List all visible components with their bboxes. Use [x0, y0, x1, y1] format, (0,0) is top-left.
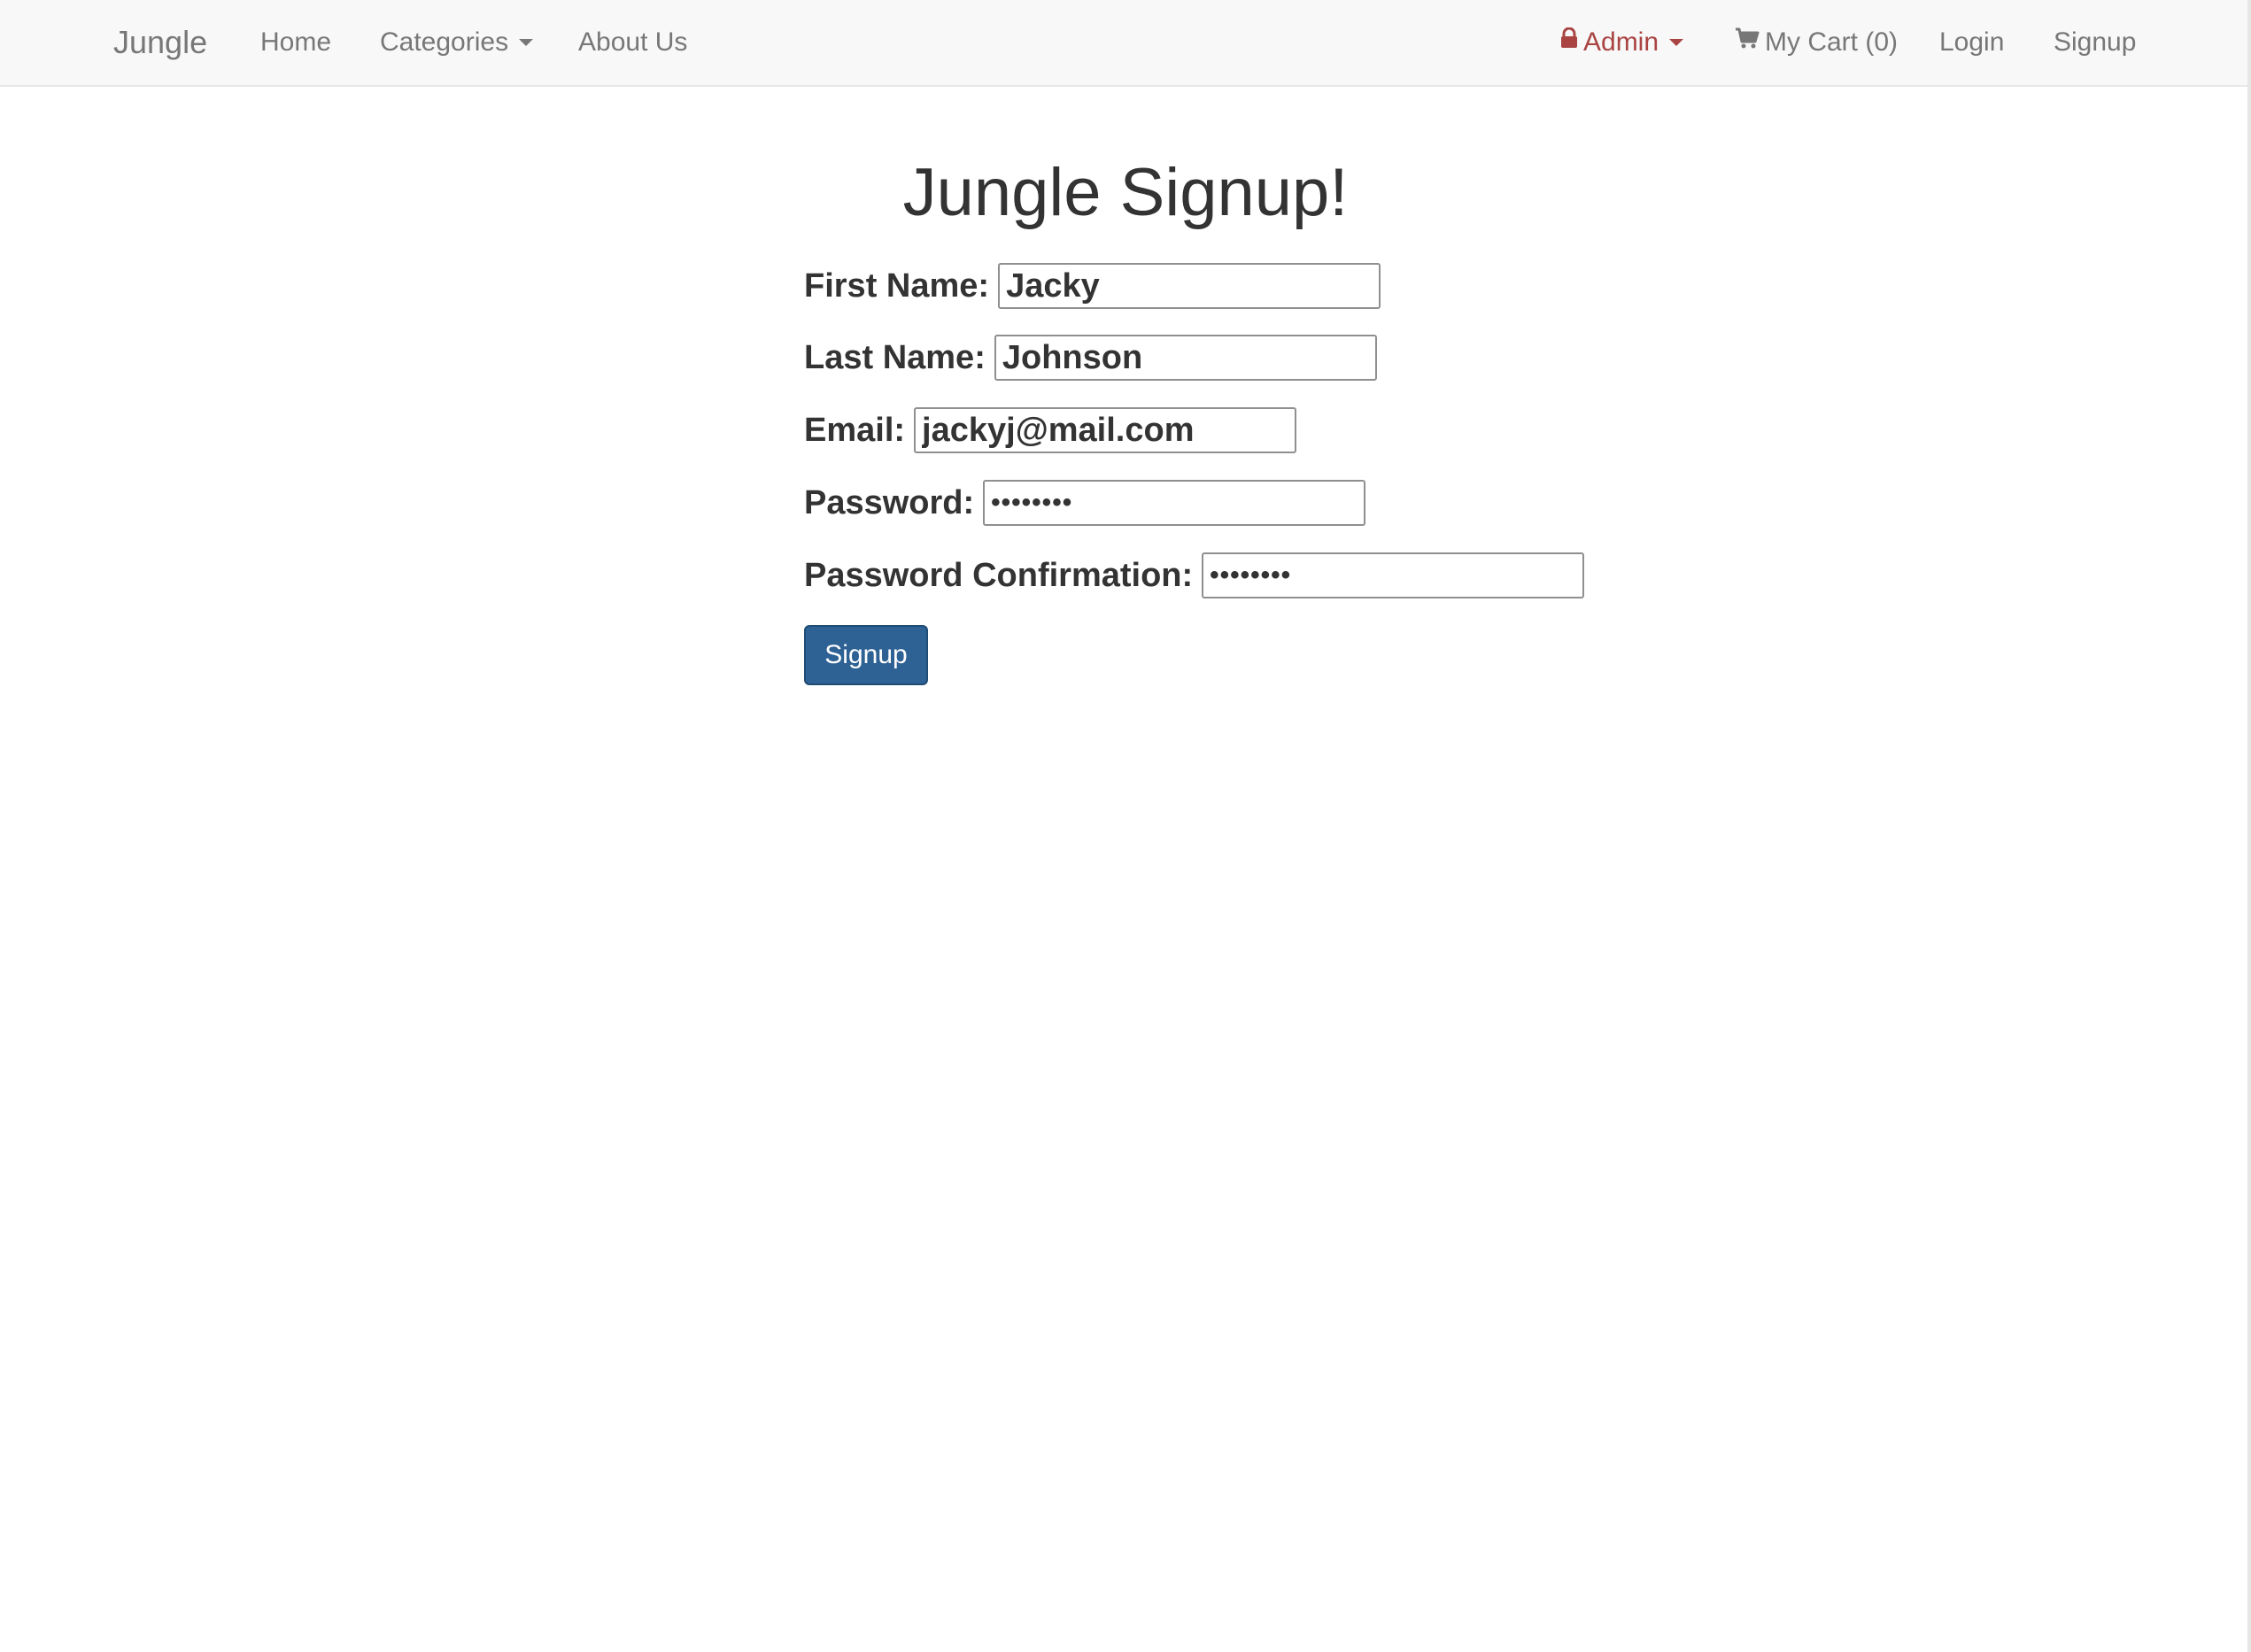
password-label: Password:: [804, 483, 975, 521]
nav-home-link[interactable]: Home: [260, 0, 331, 85]
email-label: Email:: [804, 411, 906, 449]
nav-categories-dropdown[interactable]: Categories: [380, 0, 534, 85]
nav-signup-link[interactable]: Signup: [2054, 0, 2136, 85]
email-field[interactable]: [914, 407, 1297, 453]
password-confirmation-field[interactable]: [1202, 552, 1585, 598]
password-row: Password:: [804, 480, 1366, 526]
last-name-row: Last Name:: [804, 335, 1377, 381]
first-name-row: First Name:: [804, 263, 1381, 309]
nav-categories-label: Categories: [380, 27, 509, 57]
last-name-label: Last Name:: [804, 338, 986, 376]
first-name-label: First Name:: [804, 266, 990, 305]
last-name-field[interactable]: [994, 335, 1377, 381]
nav-cart-link[interactable]: My Cart (0): [1735, 0, 1898, 85]
nav-about-link[interactable]: About Us: [578, 0, 687, 85]
navbar: Jungle Home Categories About Us Admin My…: [0, 0, 2251, 87]
nav-login-link[interactable]: Login: [1939, 0, 2004, 85]
nav-cart-label: My Cart (0): [1765, 27, 1898, 57]
nav-admin-dropdown[interactable]: Admin: [1560, 0, 1684, 85]
signup-button[interactable]: Signup: [804, 625, 928, 685]
caret-down-icon: [1669, 38, 1684, 46]
page-title: Jungle Signup!: [902, 155, 1349, 230]
brand-link[interactable]: Jungle: [113, 0, 207, 85]
password-confirmation-row: Password Confirmation:: [804, 552, 1585, 598]
caret-down-icon: [519, 38, 534, 46]
first-name-field[interactable]: [998, 263, 1381, 309]
shopping-cart-icon: [1735, 0, 1760, 83]
password-confirmation-label: Password Confirmation:: [804, 556, 1194, 594]
email-row: Email:: [804, 407, 1297, 453]
nav-admin-label: Admin: [1583, 27, 1659, 57]
password-field[interactable]: [983, 480, 1366, 526]
scrollbar[interactable]: [2247, 0, 2251, 1652]
lock-icon: [1560, 0, 1578, 83]
